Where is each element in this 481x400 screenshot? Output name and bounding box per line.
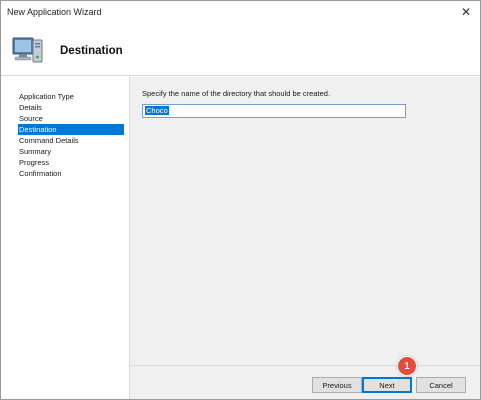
wizard-steps-sidebar: Application Type Details Source Destinat… bbox=[1, 77, 129, 399]
directory-name-value: Choco bbox=[145, 106, 169, 115]
directory-name-input[interactable]: Choco bbox=[142, 104, 406, 118]
computer-icon bbox=[12, 37, 43, 63]
page-title: Destination bbox=[60, 45, 123, 57]
step-application-type[interactable]: Application Type bbox=[1, 91, 129, 102]
button-bar: Previous Next Cancel bbox=[129, 365, 480, 399]
close-icon[interactable]: ✕ bbox=[458, 4, 474, 20]
next-button[interactable]: Next bbox=[362, 377, 412, 393]
step-destination[interactable]: Destination bbox=[18, 124, 124, 135]
content-panel: Specify the name of the directory that s… bbox=[129, 77, 480, 365]
directory-prompt: Specify the name of the directory that s… bbox=[142, 89, 331, 98]
steps-list: Application Type Details Source Destinat… bbox=[1, 91, 129, 179]
step-source[interactable]: Source bbox=[1, 113, 129, 124]
step-command-details[interactable]: Command Details bbox=[1, 135, 129, 146]
window-title: New Application Wizard bbox=[7, 7, 102, 17]
step-progress[interactable]: Progress bbox=[1, 157, 129, 168]
title-bar: New Application Wizard ✕ bbox=[1, 1, 480, 23]
step-confirmation[interactable]: Confirmation bbox=[1, 168, 129, 179]
cancel-button[interactable]: Cancel bbox=[416, 377, 466, 393]
previous-button[interactable]: Previous bbox=[312, 377, 362, 393]
step-annotation-badge: 1 bbox=[397, 356, 417, 376]
step-details[interactable]: Details bbox=[1, 102, 129, 113]
wizard-window: New Application Wizard ✕ Destination App… bbox=[0, 0, 481, 400]
wizard-header: Destination bbox=[1, 23, 480, 76]
step-summary[interactable]: Summary bbox=[1, 146, 129, 157]
